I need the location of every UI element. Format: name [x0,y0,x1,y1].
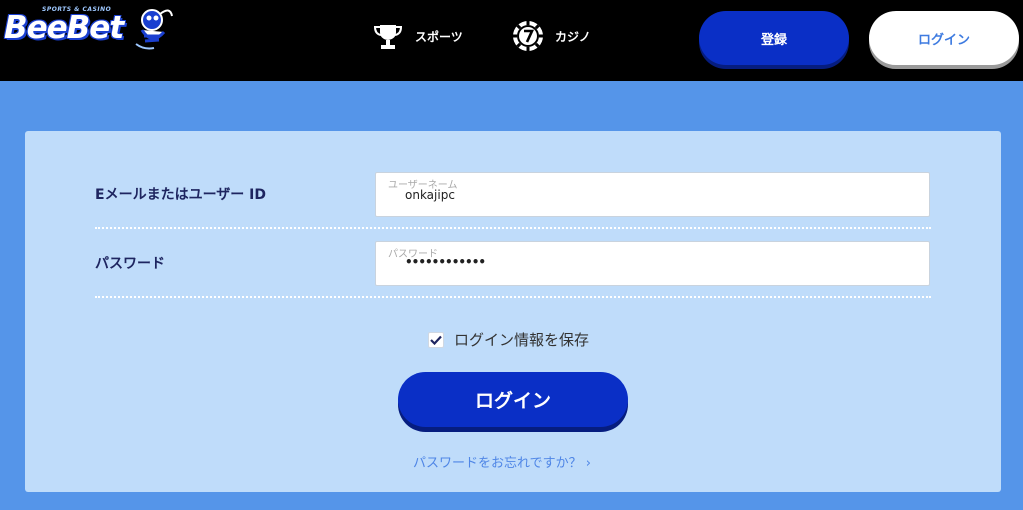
nav-casino[interactable]: カジノ [512,20,591,52]
bee-mascot-icon [135,9,173,50]
password-label: パスワード [95,256,165,272]
nav-sports[interactable]: スポーツ [372,20,463,52]
remember-login[interactable]: ログイン情報を保存 [428,329,589,350]
casino-chip-icon [513,21,543,51]
remember-label: ログイン情報を保存 [454,331,590,349]
login-submit-button[interactable]: ログイン [398,372,628,427]
password-value: •••••••••••• [405,255,486,269]
brand-logo[interactable]: SPORTS & CASINO BeeBet [2,4,174,54]
password-field[interactable]: パスワード •••••••••••• [375,241,930,286]
top-header: SPORTS & CASINO BeeBet スポーツ カジノ 登録 ログイン [0,0,1023,81]
register-button[interactable]: 登録 [699,11,849,65]
username-value: onkajipc [405,188,455,202]
email-label: Eメールまたはユーザー ID [95,187,266,203]
login-panel: Eメールまたはユーザー ID ユーザーネーム onkajipc パスワード パス… [25,131,1001,492]
header-login-button[interactable]: ログイン [869,11,1019,65]
row-divider [95,296,931,298]
row-divider [95,227,931,229]
checkmark-icon [430,335,442,345]
logo-wordmark: BeeBet [4,10,124,46]
forgot-password-link[interactable]: パスワードをお忘れですか？ › [413,452,591,471]
nav-sports-label: スポーツ [415,29,463,44]
trophy-icon [373,25,403,49]
remember-checkbox[interactable] [428,331,444,348]
username-field[interactable]: ユーザーネーム onkajipc [375,172,930,217]
nav-casino-label: カジノ [555,29,591,44]
